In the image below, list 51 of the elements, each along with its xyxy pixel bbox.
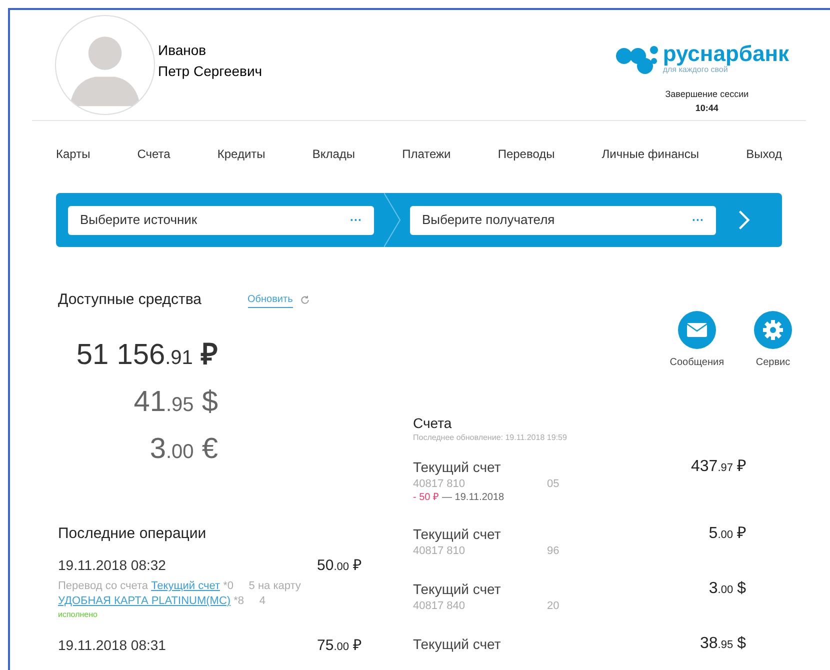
nav-link[interactable]: Выход: [746, 145, 782, 163]
balance-amount: 3.00 €: [150, 432, 218, 466]
account-balance: 3.00 $: [708, 580, 746, 599]
source-field[interactable]: Выберите источник ···: [68, 206, 374, 234]
balance-amount: 41.95 $: [134, 384, 218, 420]
nav-link[interactable]: Счета: [137, 145, 170, 163]
action-label[interactable]: Сообщения: [670, 355, 724, 370]
account-balance: 437.97 ₽: [691, 458, 746, 477]
operation-datetime: 19.11.2018 08:32: [58, 557, 166, 573]
bank-logo-name: руснарбанк: [662, 43, 789, 65]
account-name[interactable]: Текущий счет: [413, 458, 560, 476]
section-title: Счета: [413, 414, 453, 432]
account-name[interactable]: Текущий счет: [413, 580, 560, 598]
balance-change: - 50 ₽: [413, 492, 440, 503]
account-balance: 38.95 $: [700, 635, 746, 654]
balance-amount: 51 156.91 ₽: [76, 338, 218, 372]
account-balance: 5.00 ₽: [708, 525, 746, 544]
gear-icon[interactable]: [754, 311, 792, 349]
recipient-field[interactable]: Выберите получателя ···: [410, 206, 716, 234]
user-first-name: Петр Сергеевич: [158, 62, 262, 81]
nav-link[interactable]: Карты: [56, 145, 90, 163]
account-number-end: 20: [547, 599, 560, 614]
user-last-name: Иванов: [158, 41, 208, 60]
account-name[interactable]: Текущий счет: [413, 635, 501, 653]
operation-status: исполнено: [58, 609, 98, 621]
account-number: 40817 840: [413, 599, 466, 614]
refresh-icon[interactable]: [300, 295, 310, 306]
operation-amount: 50.00 ₽: [317, 558, 362, 575]
account-number: 40817 810: [413, 477, 466, 492]
session-time: 10:44: [695, 102, 718, 114]
bank-tagline: для каждого свой: [662, 65, 728, 75]
section-title: Последние операции: [58, 524, 208, 544]
account-number: 40817 810: [413, 544, 466, 559]
envelope-icon[interactable]: [678, 311, 716, 349]
operation-datetime: 19.11.2018 08:31: [58, 637, 166, 653]
account-number-end: 96: [547, 544, 560, 559]
operation-description: Перевод со счета Текущий счет *0 5 на карту УДОБНАЯ КАРТА PLATINUM(MC) *8 4: [58, 579, 302, 609]
nav-link[interactable]: Платежи: [402, 145, 451, 163]
nav-link[interactable]: Переводы: [498, 145, 555, 163]
session-end-label: Завершение сессии: [665, 88, 749, 101]
operation-amount: 75.00 ₽: [317, 638, 362, 655]
chevron-separator-icon: [384, 193, 402, 247]
nav-link[interactable]: Кредиты: [217, 145, 266, 163]
nav-link[interactable]: Вклады: [312, 145, 356, 163]
nav-link[interactable]: Личные финансы: [602, 145, 700, 163]
account-number-end: 05: [547, 477, 560, 492]
section-title: Доступные средства: [58, 290, 202, 310]
account-name[interactable]: Текущий счет: [413, 525, 560, 543]
action-label[interactable]: Сервис: [756, 355, 790, 370]
change-date: — 19.11.2018: [442, 492, 504, 503]
last-update-note: Последнее обновление: 19.11.2018 19:59: [413, 432, 568, 444]
